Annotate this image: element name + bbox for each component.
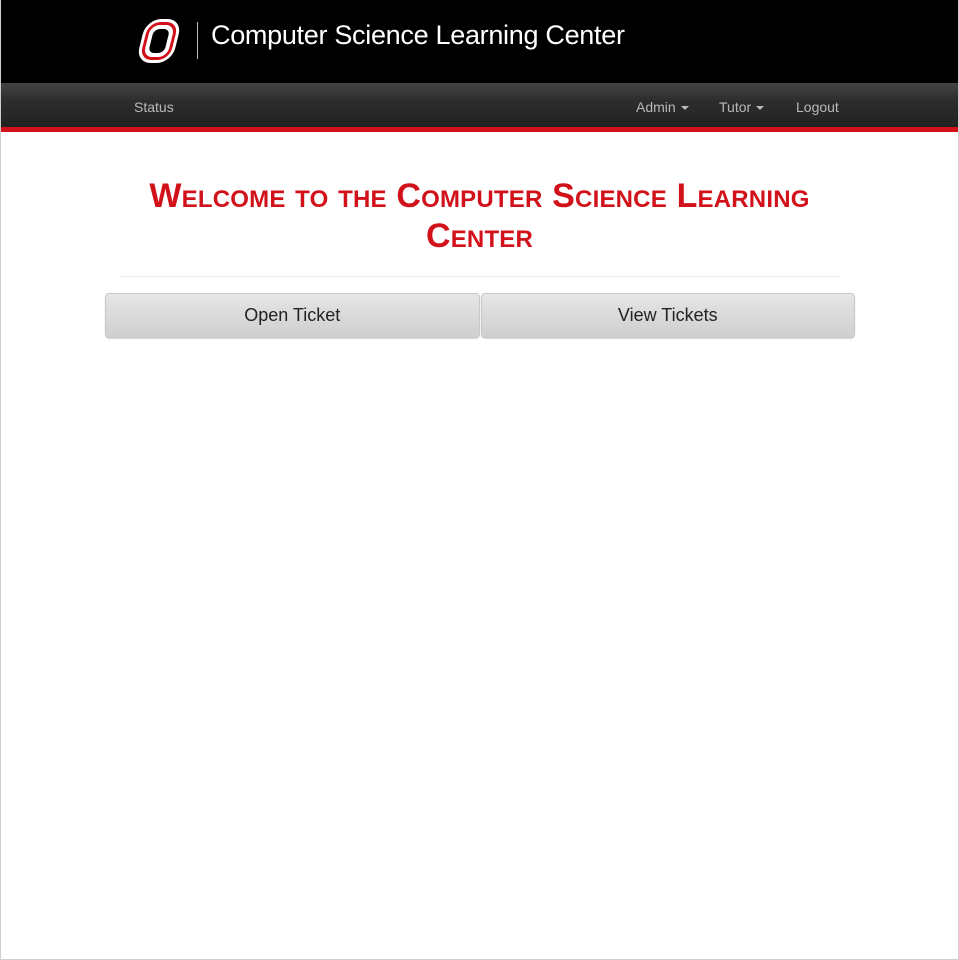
nav-tutor-label: Tutor: [719, 99, 752, 115]
chevron-down-icon: [680, 106, 689, 111]
nav-logout-link[interactable]: Logout: [796, 83, 839, 127]
brand-divider: [197, 22, 198, 59]
nav-admin-label: Admin: [636, 99, 676, 115]
nav-status-label: Status: [134, 99, 174, 115]
open-ticket-button[interactable]: Open Ticket: [105, 293, 480, 338]
heading-divider: [118, 276, 841, 277]
brand-header: Computer Science Learning Center: [1, 0, 958, 83]
ticket-actions: Open Ticket View Tickets: [105, 293, 855, 338]
chevron-down-icon: [756, 106, 765, 111]
uno-o-logo-icon[interactable]: [135, 17, 185, 65]
view-tickets-button[interactable]: View Tickets: [480, 293, 855, 338]
main-content: Welcome to the Computer Science Learning…: [118, 132, 841, 277]
nav-admin-dropdown[interactable]: Admin: [636, 83, 689, 127]
nav-status-link[interactable]: Status: [134, 83, 174, 127]
nav-logout-label: Logout: [796, 99, 839, 115]
site-title[interactable]: Computer Science Learning Center: [211, 20, 625, 51]
page-title: Welcome to the Computer Science Learning…: [149, 177, 810, 255]
nav-tutor-dropdown[interactable]: Tutor: [719, 83, 765, 127]
main-navbar: Status Admin Tutor Logout: [1, 83, 958, 132]
page: Computer Science Learning Center Status …: [0, 0, 959, 960]
